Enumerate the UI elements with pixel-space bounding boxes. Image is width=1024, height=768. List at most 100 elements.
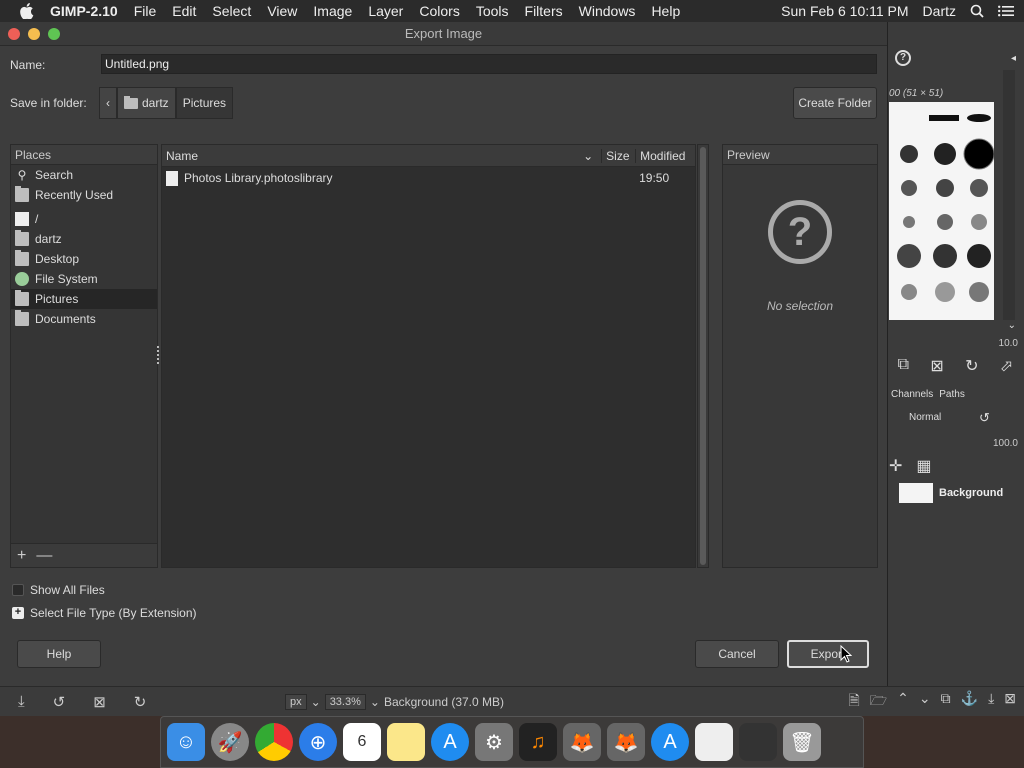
safari-icon[interactable]: ⊕ xyxy=(299,723,337,761)
cancel-button[interactable]: Cancel xyxy=(695,640,779,668)
place-label: Desktop xyxy=(35,252,80,266)
duplicate-layer-icon[interactable]: ⧉ xyxy=(941,690,951,714)
menu-layer[interactable]: Layer xyxy=(368,3,403,19)
audacity-icon[interactable]: ♫ xyxy=(519,723,557,761)
export-button[interactable]: Export xyxy=(787,640,869,668)
column-name[interactable]: Name ⌄ xyxy=(162,149,601,163)
tab-channels[interactable]: Channels xyxy=(891,389,933,400)
column-modified[interactable]: Modified xyxy=(635,148,695,163)
anchor-layer-icon[interactable]: ⚓ xyxy=(961,690,978,714)
reset-options-icon[interactable]: ↻ xyxy=(134,693,147,711)
new-layer-icon[interactable]: 🗎 xyxy=(849,690,860,714)
menu-windows[interactable]: Windows xyxy=(579,3,636,19)
app-store-download-icon[interactable]: A xyxy=(651,723,689,761)
menu-help[interactable]: Help xyxy=(651,3,680,19)
menubar-user[interactable]: Dartz xyxy=(923,3,956,19)
duplicate-brush-icon[interactable]: ⧉ xyxy=(898,356,909,376)
filename-input[interactable]: Untitled.png xyxy=(101,54,877,74)
system-preferences-icon[interactable]: ⚙ xyxy=(475,723,513,761)
gimp-icon[interactable]: 🦊 xyxy=(563,723,601,761)
spotlight-search-icon[interactable] xyxy=(970,4,984,18)
place-file-system[interactable]: File System xyxy=(11,269,157,289)
unit-select[interactable]: px xyxy=(285,693,307,710)
help-button[interactable]: Help xyxy=(17,640,101,668)
breadcrumb-back-button[interactable]: ‹ xyxy=(99,87,117,119)
file-icon xyxy=(166,170,178,186)
menu-view[interactable]: View xyxy=(267,3,297,19)
minimize-window-button[interactable] xyxy=(28,28,40,40)
file-row[interactable]: Photos Library.photoslibrary 19:50 xyxy=(162,167,695,189)
close-window-button[interactable] xyxy=(8,28,20,40)
place-label: Documents xyxy=(35,312,96,326)
refresh-brushes-icon[interactable]: ↻ xyxy=(965,356,978,376)
save-options-icon[interactable]: ⤓ xyxy=(18,693,25,711)
launchpad-icon[interactable]: 🚀 xyxy=(211,723,249,761)
breadcrumb-pictures[interactable]: Pictures xyxy=(175,87,234,119)
zoom-select[interactable]: 33.3% xyxy=(324,693,366,710)
place-root[interactable]: / xyxy=(11,209,157,229)
menu-file[interactable]: File xyxy=(134,3,157,19)
place-search[interactable]: ⚲ Search xyxy=(11,165,157,185)
brush-grid[interactable] xyxy=(889,102,995,320)
lower-layer-icon[interactable]: ⌄ xyxy=(919,690,931,714)
breadcrumb-dartz[interactable]: dartz xyxy=(117,87,176,119)
trash-icon[interactable]: 🗑 xyxy=(783,723,821,761)
merge-layer-icon[interactable]: ⤓ xyxy=(988,690,994,714)
delete-brush-icon[interactable]: ⊠ xyxy=(930,356,943,376)
layer-opacity-value[interactable]: 100.0 xyxy=(993,438,1018,449)
brush-scroll-down-icon[interactable]: ⌄ xyxy=(1008,320,1016,331)
file-list-scrollbar[interactable] xyxy=(697,144,709,568)
mode-reset-icon[interactable]: ↺ xyxy=(979,410,990,426)
lock-position-icon[interactable]: ✛ xyxy=(889,456,902,476)
menubar-clock[interactable]: Sun Feb 6 10:11 PM xyxy=(781,3,908,19)
remove-bookmark-icon[interactable]: — xyxy=(36,547,52,565)
menu-tools[interactable]: Tools xyxy=(476,3,509,19)
menu-filters[interactable]: Filters xyxy=(525,3,563,19)
raise-layer-icon[interactable]: ⌃ xyxy=(897,690,909,714)
help-circle-icon[interactable]: ? xyxy=(895,50,911,66)
notification-center-icon[interactable] xyxy=(998,5,1014,17)
place-desktop[interactable]: Desktop xyxy=(11,249,157,269)
zoom-window-button[interactable] xyxy=(48,28,60,40)
tab-paths[interactable]: Paths xyxy=(939,389,965,400)
mouse-cursor-icon xyxy=(840,645,852,663)
add-bookmark-icon[interactable]: + xyxy=(17,547,26,565)
place-pictures[interactable]: Pictures xyxy=(11,289,157,309)
notes-icon[interactable] xyxy=(387,723,425,761)
unit-chevron-icon[interactable]: ⌄ xyxy=(311,695,321,709)
dock-menu-icon[interactable]: ◂ xyxy=(1011,53,1016,64)
new-layer-group-icon[interactable]: 🗁 xyxy=(870,690,887,714)
create-folder-button[interactable]: Create Folder xyxy=(793,87,877,119)
select-file-type-expander[interactable]: + Select File Type (By Extension) xyxy=(12,606,197,620)
layer-row-background[interactable]: Background xyxy=(887,478,1024,508)
open-brush-icon[interactable]: ⬀ xyxy=(1000,356,1013,376)
screenshot-window-icon[interactable] xyxy=(739,723,777,761)
calendar-icon[interactable]: 6 xyxy=(343,723,381,761)
show-all-files-checkbox[interactable]: Show All Files xyxy=(12,583,105,597)
folder-icon xyxy=(124,95,138,109)
delete-options-icon[interactable]: ⊠ xyxy=(93,693,106,711)
pane-resize-handle[interactable] xyxy=(157,346,160,364)
place-documents[interactable]: Documents xyxy=(11,309,157,329)
installer-icon[interactable] xyxy=(695,723,733,761)
restore-options-icon[interactable]: ↺ xyxy=(53,693,66,711)
place-recently-used[interactable]: Recently Used xyxy=(11,185,157,205)
column-size[interactable]: Size xyxy=(601,148,635,163)
finder-icon[interactable]: ☺ xyxy=(167,723,205,761)
chrome-icon[interactable] xyxy=(255,723,293,761)
app-store-icon[interactable]: A xyxy=(431,723,469,761)
delete-layer-icon[interactable]: ⊠ xyxy=(1004,690,1016,714)
gimp-secondary-icon[interactable]: 🦊 xyxy=(607,723,645,761)
menubar-app-name[interactable]: GIMP-2.10 xyxy=(50,3,118,19)
menu-colors[interactable]: Colors xyxy=(419,3,459,19)
brush-spacing-value[interactable]: 10.0 xyxy=(999,338,1018,349)
layer-mode-select[interactable]: Normal xyxy=(909,412,941,423)
menu-edit[interactable]: Edit xyxy=(172,3,196,19)
lock-alpha-icon[interactable]: ▦ xyxy=(916,456,931,476)
menu-select[interactable]: Select xyxy=(212,3,251,19)
zoom-chevron-icon[interactable]: ⌄ xyxy=(370,695,380,709)
apple-icon[interactable] xyxy=(20,3,34,19)
menu-image[interactable]: Image xyxy=(313,3,352,19)
brush-scrollbar[interactable] xyxy=(1003,70,1015,320)
place-dartz[interactable]: dartz xyxy=(11,229,157,249)
